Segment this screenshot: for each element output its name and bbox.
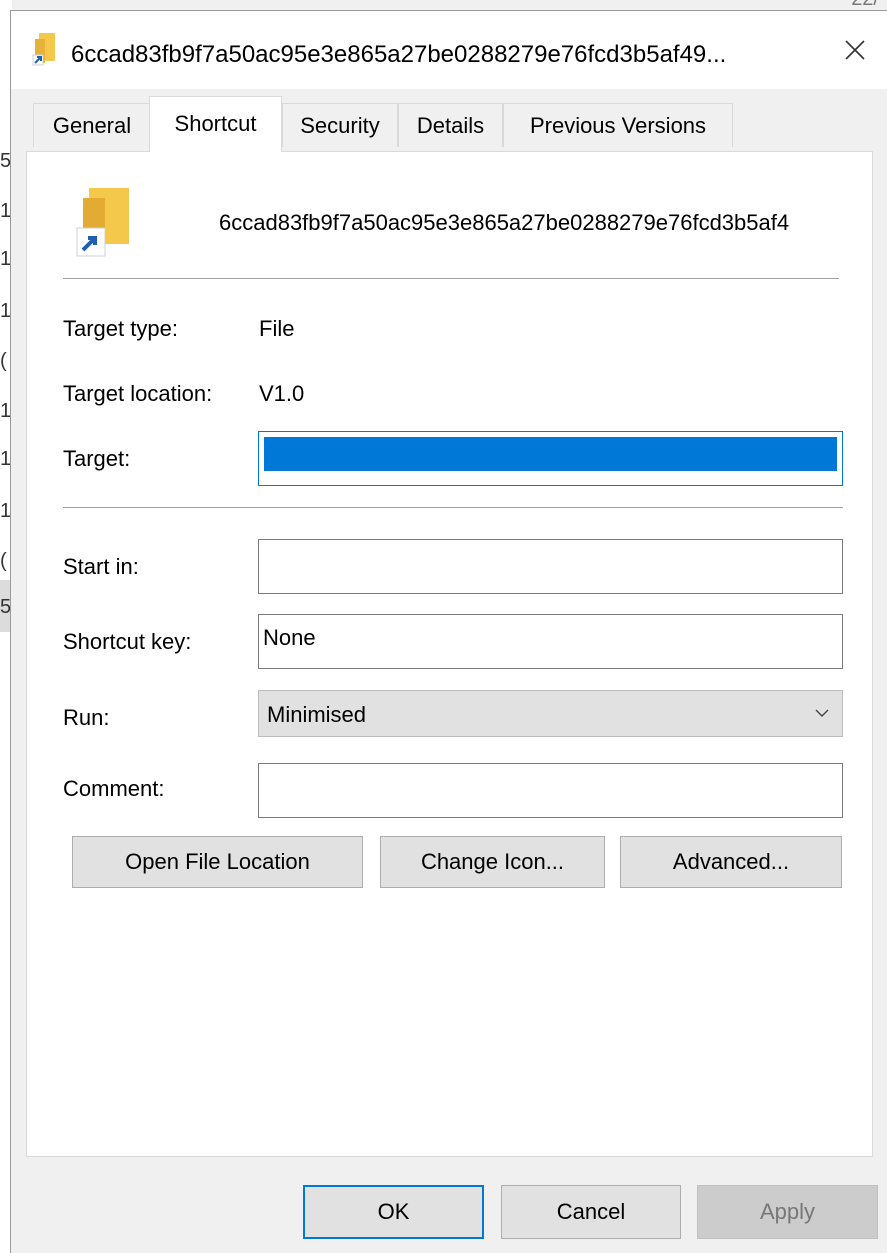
tab-shortcut[interactable]: Shortcut [149, 96, 282, 152]
start-in-label: Start in: [63, 554, 139, 579]
comment-field[interactable] [258, 763, 843, 818]
run-label: Run: [63, 705, 110, 730]
shortcut-tab-panel: 6ccad83fb9f7a50ac95e3e865a27be0288279e76… [26, 151, 873, 1157]
shortcut-key-label: Shortcut key: [63, 629, 192, 654]
shortcut-folder-icon [76, 188, 129, 257]
divider [63, 507, 843, 508]
comment-label: Comment: [63, 776, 165, 801]
properties-dialog: 6ccad83fb9f7a50ac95e3e865a27be0288279e76… [10, 10, 887, 1253]
close-icon [845, 40, 865, 60]
tab-security[interactable]: Security [282, 103, 398, 147]
target-type-value: File [259, 316, 295, 341]
window-title: 6ccad83fb9f7a50ac95e3e865a27be0288279e76… [71, 41, 727, 68]
open-file-location-button[interactable]: Open File Location [72, 836, 363, 888]
target-label: Target: [63, 446, 131, 471]
target-location-label: Target location: [63, 381, 213, 406]
background-char: ( [0, 350, 7, 372]
close-button[interactable] [831, 29, 879, 71]
run-selected-value: Minimised [267, 702, 367, 727]
apply-button[interactable]: Apply [697, 1185, 878, 1239]
target-type-label: Target type: [63, 316, 178, 341]
divider [63, 278, 839, 279]
background-char: ( [0, 550, 7, 572]
tab-previous-versions[interactable]: Previous Versions [503, 103, 733, 147]
tab-strip: General Shortcut Security Details Previo… [11, 89, 887, 152]
tab-general[interactable]: General [33, 103, 151, 147]
shortcut-key-field[interactable]: None [258, 614, 843, 669]
target-field[interactable] [258, 431, 843, 486]
start-in-field[interactable] [258, 539, 843, 594]
target-location-value: V1.0 [259, 381, 305, 406]
shortcut-name: 6ccad83fb9f7a50ac95e3e865a27be0288279e76… [219, 210, 790, 235]
shortcut-folder-icon [32, 33, 55, 66]
title-bar[interactable]: 6ccad83fb9f7a50ac95e3e865a27be0288279e76… [11, 11, 887, 89]
change-icon-button[interactable]: Change Icon... [380, 836, 605, 888]
cancel-button[interactable]: Cancel [501, 1185, 681, 1239]
advanced-button[interactable]: Advanced... [620, 836, 842, 888]
target-selection-highlight [264, 437, 837, 471]
ok-button[interactable]: OK [303, 1185, 484, 1239]
run-dropdown[interactable]: Minimised [258, 690, 843, 737]
tab-details[interactable]: Details [398, 103, 503, 147]
chevron-down-icon [815, 709, 829, 717]
